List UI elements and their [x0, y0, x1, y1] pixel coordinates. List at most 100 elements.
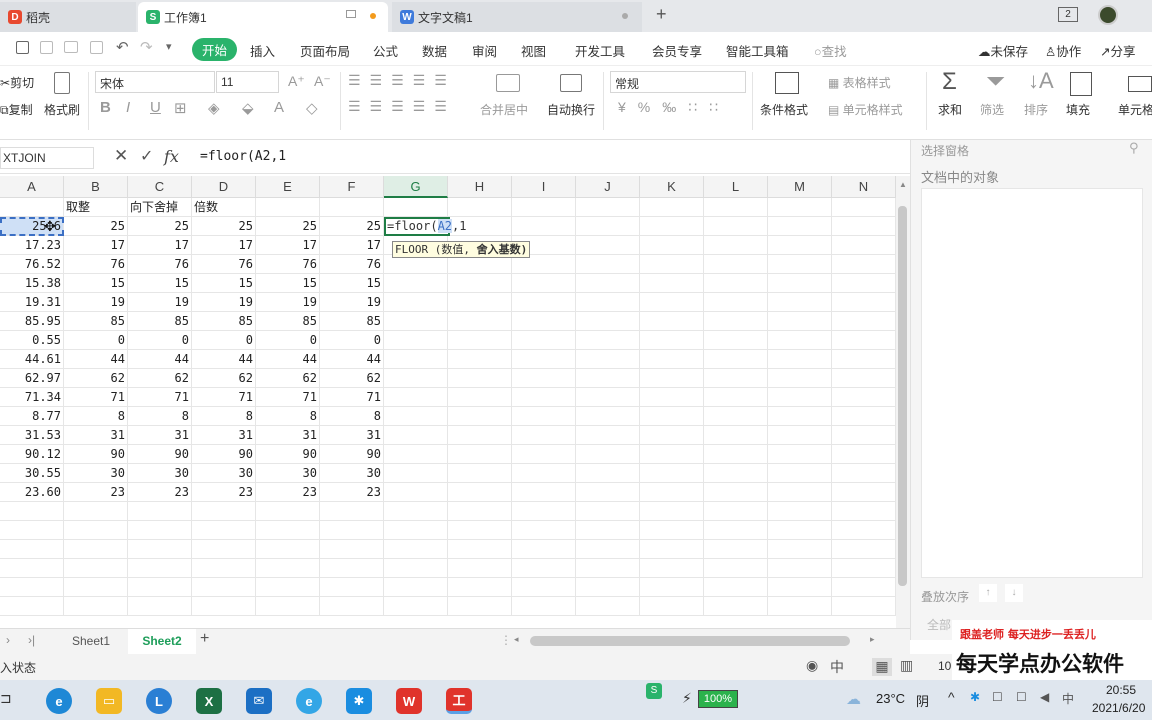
column-header-A[interactable]: A	[0, 176, 64, 198]
tray-network-icon[interactable]: ☐	[1016, 690, 1027, 704]
grid-cell[interactable]	[704, 483, 768, 502]
header-cell[interactable]	[704, 198, 768, 217]
grid-cell[interactable]	[576, 445, 640, 464]
grid-cell[interactable]: 90	[192, 445, 256, 464]
sheet-tab-2[interactable]: Sheet2	[128, 629, 196, 654]
menu-view[interactable]: 视图	[521, 41, 546, 60]
print-icon[interactable]	[64, 41, 78, 53]
column-header-K[interactable]: K	[640, 176, 704, 198]
grid-cell[interactable]	[384, 597, 448, 616]
grid-cell[interactable]	[576, 559, 640, 578]
grid-cell[interactable]	[192, 559, 256, 578]
wps-active-icon[interactable]: 工	[446, 688, 472, 714]
grid-cell[interactable]	[320, 502, 384, 521]
grid-cell[interactable]	[768, 426, 832, 445]
grid-cell[interactable]: 71	[64, 388, 128, 407]
merge-center-button[interactable]: 合并居中	[480, 101, 528, 118]
grid-cell[interactable]	[384, 369, 448, 388]
clock-date[interactable]: 2021/6/20	[1092, 701, 1145, 715]
grid-cell[interactable]: 85	[320, 312, 384, 331]
grid-cell[interactable]	[768, 312, 832, 331]
grid-cell[interactable]: 15	[64, 274, 128, 293]
grid-cell[interactable]	[640, 502, 704, 521]
grid-cell[interactable]	[832, 350, 896, 369]
header-cell[interactable]: 向下舍掉	[128, 198, 192, 217]
cancel-icon[interactable]: ✕	[114, 146, 128, 166]
header-cell[interactable]	[256, 198, 320, 217]
grid-cell[interactable]	[576, 483, 640, 502]
grid-cell[interactable]	[0, 521, 64, 540]
grid-cell[interactable]	[320, 521, 384, 540]
grid-cell[interactable]: 30.55	[0, 464, 64, 483]
grid-cell[interactable]	[768, 445, 832, 464]
confirm-icon[interactable]: ✓	[140, 146, 153, 166]
wrap-text-button[interactable]: 自动换行	[547, 101, 595, 118]
grid-cell[interactable]: 17	[320, 236, 384, 255]
grid-cell[interactable]	[384, 559, 448, 578]
grid-cell[interactable]	[448, 464, 512, 483]
grid-cell[interactable]	[0, 502, 64, 521]
grid-cell[interactable]	[704, 578, 768, 597]
grid-cell[interactable]	[576, 502, 640, 521]
grid-cell[interactable]: 71	[320, 388, 384, 407]
grid-cell[interactable]	[512, 350, 576, 369]
column-header-H[interactable]: H	[448, 176, 512, 198]
sum-icon[interactable]: Σ	[942, 68, 957, 96]
export-icon[interactable]	[40, 41, 53, 54]
grid-cell[interactable]: 19	[64, 293, 128, 312]
wps-icon[interactable]: W	[396, 688, 422, 714]
grid-cell[interactable]	[384, 312, 448, 331]
unsaved-button[interactable]: ☁未保存	[978, 41, 1028, 60]
tray-status-icon[interactable]: ☐	[992, 690, 1003, 704]
app-icon[interactable]: ✱	[346, 688, 372, 714]
grid-cell[interactable]	[832, 559, 896, 578]
clock-time[interactable]: 20:55	[1106, 683, 1136, 697]
format-painter-button[interactable]: 格式刷	[44, 101, 80, 118]
grid-cell[interactable]	[768, 540, 832, 559]
grid-cell[interactable]	[320, 597, 384, 616]
grid-cell[interactable]: 15.38	[0, 274, 64, 293]
grid-cell[interactable]: 90	[320, 445, 384, 464]
grid-cell[interactable]: 15	[192, 274, 256, 293]
grid-cell[interactable]	[832, 255, 896, 274]
prev-sheet-icon[interactable]: ›	[6, 633, 10, 647]
grid-cell[interactable]	[832, 236, 896, 255]
menu-developer[interactable]: 开发工具	[575, 41, 625, 60]
grid-cell[interactable]: 85.95	[0, 312, 64, 331]
grid-cell[interactable]	[640, 217, 704, 236]
excel-icon[interactable]: X	[196, 688, 222, 714]
grid-cell[interactable]	[704, 369, 768, 388]
grid-cell[interactable]: 31.53	[0, 426, 64, 445]
grid-cell[interactable]: 19	[128, 293, 192, 312]
grid-cell[interactable]: 19	[192, 293, 256, 312]
grid-cell[interactable]	[576, 274, 640, 293]
menu-home[interactable]: 开始	[192, 38, 238, 61]
grid-cell[interactable]: 62.97	[0, 369, 64, 388]
grid-cell[interactable]	[576, 217, 640, 236]
copy-button[interactable]: ⧉复制	[0, 101, 33, 118]
number-format-icons[interactable]: ¥%‰∷∷	[618, 99, 730, 116]
menu-member[interactable]: 会员专享	[652, 41, 702, 60]
grid-cell[interactable]	[704, 540, 768, 559]
border-icon[interactable]: ⊞	[174, 99, 187, 117]
send-backward-icon[interactable]: ↓	[1005, 584, 1023, 602]
grid-cell[interactable]	[512, 407, 576, 426]
grid-cell[interactable]	[704, 293, 768, 312]
grid-cell[interactable]: 0.55	[0, 331, 64, 350]
grid-cell[interactable]: 8	[64, 407, 128, 426]
grid-cell[interactable]	[768, 350, 832, 369]
grid-cell[interactable]	[704, 559, 768, 578]
fill-icon[interactable]	[1070, 72, 1092, 96]
column-header-I[interactable]: I	[512, 176, 576, 198]
column-header-D[interactable]: D	[192, 176, 256, 198]
grid-cell[interactable]	[640, 540, 704, 559]
conditional-format-icon[interactable]	[775, 72, 799, 94]
pin-icon[interactable]: ⚲	[1129, 140, 1139, 156]
cut-button[interactable]: ✂剪切	[0, 74, 34, 91]
grid-cell[interactable]	[640, 236, 704, 255]
menu-formula[interactable]: 公式	[373, 41, 398, 60]
header-cell[interactable]: 倍数	[192, 198, 256, 217]
grid-cell[interactable]	[384, 274, 448, 293]
grid-cell[interactable]	[512, 540, 576, 559]
grid-cell[interactable]	[704, 350, 768, 369]
